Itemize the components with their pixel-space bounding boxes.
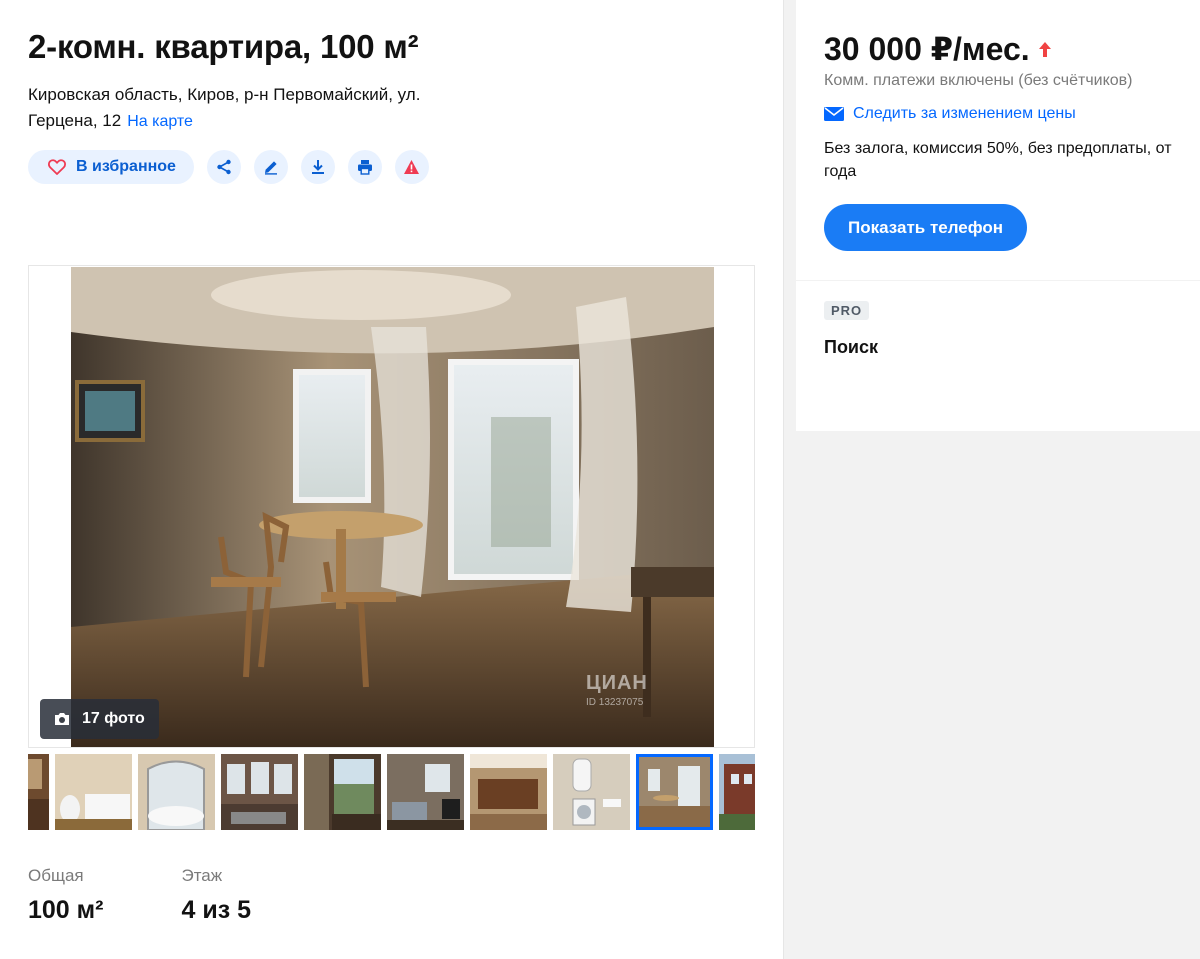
envelope-icon <box>824 107 844 121</box>
price-up-arrow-icon <box>1038 41 1051 57</box>
thumbnail-strip <box>28 754 755 830</box>
photo-count-button[interactable]: 17 фото <box>40 699 159 739</box>
pro-title[interactable]: Поиск <box>824 337 878 358</box>
listing-title: 2-комн. квартира, 100 м² <box>28 28 419 65</box>
watch-price-link[interactable]: Следить за изменением цены <box>824 105 1076 123</box>
address-line-2-wrap: Герцена, 12 На карте <box>28 108 488 135</box>
pencil-icon <box>264 161 277 175</box>
price-value: 30 000 ₽/мес. <box>824 31 1030 67</box>
listing-actions: В избранное <box>28 150 429 184</box>
address-line-1: Кировская область, Киров, р-н Первомайск… <box>28 85 421 104</box>
edit-button[interactable] <box>253 150 288 184</box>
heart-icon <box>48 159 66 175</box>
thumbnail[interactable] <box>304 754 381 830</box>
listing-address: Кировская область, Киров, р-н Первомайск… <box>28 82 488 135</box>
area-value: 100 м² <box>28 896 104 924</box>
show-phone-button[interactable]: Показать телефон <box>824 204 1028 251</box>
print-button[interactable] <box>347 150 382 184</box>
photo-gallery: ЦИАН ID 13237075 17 фото <box>28 265 755 748</box>
thumbnail-active[interactable] <box>636 754 713 830</box>
price-card: 30 000 ₽/мес. Комм. платежи включены (бе… <box>796 0 1200 280</box>
pro-search-card: PRO Поиск <box>796 281 1200 431</box>
thumbnail[interactable] <box>719 754 755 830</box>
thumbnail[interactable] <box>387 754 464 830</box>
warning-icon <box>404 160 420 174</box>
floor-label: Этаж <box>181 866 223 885</box>
watermark-text: ЦИАН <box>586 672 648 694</box>
photo-watermark: ЦИАН ID 13237075 <box>586 672 648 708</box>
price: 30 000 ₽/мес. <box>824 30 1052 68</box>
share-button[interactable] <box>206 150 241 184</box>
share-icon <box>217 159 231 175</box>
area-label: Общая <box>28 866 84 885</box>
watch-price-label: Следить за изменением цены <box>853 105 1076 122</box>
photo-count-label: 17 фото <box>82 710 145 727</box>
printer-icon <box>357 160 372 175</box>
thumbnail[interactable] <box>221 754 298 830</box>
address-line-2: Герцена, 12 <box>28 111 122 130</box>
thumbnail[interactable] <box>55 754 132 830</box>
watermark-id: ID 13237075 <box>586 697 644 708</box>
param-floor: Этаж 4 из 5 <box>181 866 251 925</box>
listing-params: Общая 100 м² Этаж 4 из 5 <box>28 866 329 925</box>
favorites-label: В избранное <box>76 158 176 175</box>
thumbnail[interactable] <box>138 754 215 830</box>
download-button[interactable] <box>300 150 335 184</box>
camera-icon <box>55 713 69 725</box>
download-icon <box>311 160 324 174</box>
thumbnail[interactable] <box>553 754 630 830</box>
floor-value: 4 из 5 <box>181 896 251 924</box>
deal-terms: Без залога, комиссия 50%, без предоплаты… <box>824 140 1172 180</box>
report-button[interactable] <box>394 150 429 184</box>
main-photo[interactable]: ЦИАН ID 13237075 <box>71 267 714 747</box>
utilities-note: Комм. платежи включены (без счётчиков) <box>824 72 1133 89</box>
param-area: Общая 100 м² <box>28 866 103 925</box>
add-to-favorites-button[interactable]: В избранное <box>28 150 194 184</box>
map-link[interactable]: На карте <box>127 113 193 130</box>
pro-badge: PRO <box>824 301 870 320</box>
thumbnail[interactable] <box>470 754 547 830</box>
thumbnail[interactable] <box>28 754 49 830</box>
